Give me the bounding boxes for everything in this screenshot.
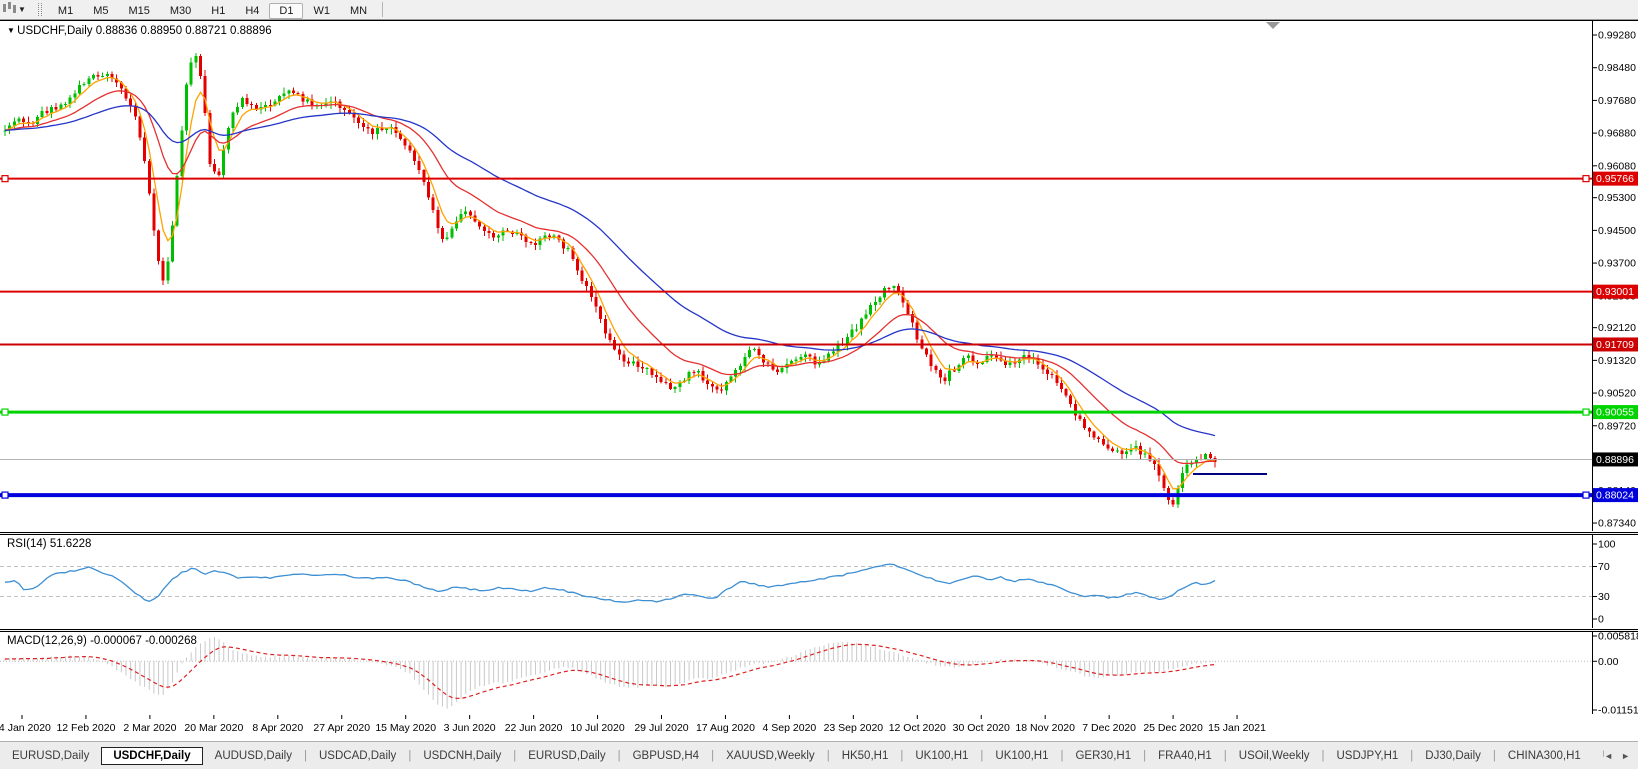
price-badge-0.95766: 0.95766 [1593, 172, 1638, 186]
shift-marker-icon [1266, 22, 1280, 29]
price-badge-0.90055: 0.90055 [1593, 405, 1638, 419]
svg-text:0.99280: 0.99280 [1598, 30, 1636, 42]
tab-overflow-clipped[interactable]: U [1593, 747, 1604, 765]
tab-xauusd-weekly[interactable]: XAUUSD,Weekly [714, 747, 827, 765]
svg-text:0.88024: 0.88024 [1596, 490, 1634, 502]
svg-text:0.00: 0.00 [1598, 656, 1619, 668]
tab-scroll-left-icon[interactable]: ◄ [1604, 751, 1613, 761]
svg-text:30: 30 [1598, 591, 1610, 603]
chart-symbol: USDCHF,Daily [17, 25, 92, 37]
svg-text:0.88896: 0.88896 [1596, 454, 1634, 466]
svg-text:0.95300: 0.95300 [1598, 192, 1636, 204]
tab-scroll-arrows: ◄ ► [1604, 751, 1638, 761]
svg-text:27 Apr 2020: 27 Apr 2020 [313, 722, 370, 734]
tab-hk50-h1[interactable]: HK50,H1 [830, 747, 901, 765]
svg-text:100: 100 [1598, 539, 1616, 551]
svg-text:18 Nov 2020: 18 Nov 2020 [1015, 722, 1075, 734]
tab-china300-h1[interactable]: CHINA300,H1 [1496, 747, 1593, 765]
price-badge-0.88024: 0.88024 [1593, 488, 1638, 502]
svg-text:23 Sep 2020: 23 Sep 2020 [824, 722, 884, 734]
svg-text:2 Mar 2020: 2 Mar 2020 [123, 722, 176, 734]
svg-text:0.93001: 0.93001 [1596, 286, 1634, 298]
svg-text:0: 0 [1598, 614, 1604, 626]
svg-text:8 Apr 2020: 8 Apr 2020 [252, 722, 303, 734]
tab-usdcad-daily[interactable]: USDCAD,Daily [307, 747, 408, 765]
tab-uk100-h1[interactable]: UK100,H1 [983, 747, 1060, 765]
tab-usoil-weekly[interactable]: USOil,Weekly [1227, 747, 1322, 765]
svg-text:10 Jul 2020: 10 Jul 2020 [570, 722, 624, 734]
tab-fra40-h1[interactable]: FRA40,H1 [1146, 747, 1224, 765]
svg-text:15 Jan 2021: 15 Jan 2021 [1208, 722, 1266, 734]
chart-tabs: EURUSD,DailyUSDCHF,DailyAUDUSD,Daily|USD… [0, 747, 1593, 765]
svg-text:7 Dec 2020: 7 Dec 2020 [1082, 722, 1136, 734]
chart-ohlc: 0.88836 0.88950 0.88721 0.88896 [96, 25, 272, 37]
date-axis: 24 Jan 2020 12 Feb 2020 2 Mar 2020 20 Mar 2… [0, 715, 1266, 734]
svg-text:0.95766: 0.95766 [1596, 173, 1634, 185]
price-badge-0.88896: 0.88896 [1593, 452, 1638, 466]
tab-usdchf-daily[interactable]: USDCHF,Daily [101, 747, 202, 765]
svg-text:30 Oct 2020: 30 Oct 2020 [953, 722, 1010, 734]
svg-text:0.90520: 0.90520 [1598, 388, 1636, 400]
price-badge-0.93001: 0.93001 [1593, 285, 1638, 299]
svg-text:0.005818: 0.005818 [1598, 631, 1638, 643]
svg-text:70: 70 [1598, 561, 1610, 573]
svg-text:0.91320: 0.91320 [1598, 355, 1636, 367]
macd-indicator-label: MACD(12,26,9) -0.000067 -0.000268 [7, 635, 197, 647]
svg-text:-0.011514: -0.011514 [1598, 705, 1638, 717]
svg-text:0.89720: 0.89720 [1598, 420, 1636, 432]
svg-text:0.94500: 0.94500 [1598, 225, 1636, 237]
chart-tab-bar: EURUSD,DailyUSDCHF,DailyAUDUSD,Daily|USD… [0, 741, 1638, 769]
svg-text:12 Oct 2020: 12 Oct 2020 [889, 722, 946, 734]
tab-gbpusd-h4[interactable]: GBPUSD,H4 [621, 747, 711, 765]
svg-text:17 Aug 2020: 17 Aug 2020 [696, 722, 755, 734]
chart-title-caret-icon: ▼ [7, 26, 17, 35]
macd-layer: 0.005818 0.00 -0.011514 [0, 631, 1638, 717]
ma-line-medium [5, 91, 1215, 464]
tab-uk100-h1[interactable]: UK100,H1 [903, 747, 980, 765]
horizontal-line-0.95766 [0, 176, 1592, 182]
svg-text:20 Mar 2020: 20 Mar 2020 [184, 722, 243, 734]
tab-usdjpy-h1[interactable]: USDJPY,H1 [1325, 747, 1411, 765]
svg-text:3 Jun 2020: 3 Jun 2020 [444, 722, 496, 734]
tab-dj30-daily[interactable]: DJ30,Daily [1413, 747, 1493, 765]
svg-text:0.98480: 0.98480 [1598, 62, 1636, 74]
svg-text:25 Dec 2020: 25 Dec 2020 [1143, 722, 1203, 734]
tab-usdcnh-daily[interactable]: USDCNH,Daily [411, 747, 513, 765]
chart-title: ▼ USDCHF,Daily 0.88836 0.88950 0.88721 0… [7, 25, 272, 37]
svg-text:0.91709: 0.91709 [1596, 339, 1634, 351]
svg-text:0.97680: 0.97680 [1598, 95, 1636, 107]
horizontal-line-0.88024 [0, 492, 1592, 498]
svg-text:22 Jun 2020: 22 Jun 2020 [505, 722, 563, 734]
price-badge-0.91709: 0.91709 [1593, 337, 1638, 351]
rsi-indicator-label: RSI(14) 51.6228 [7, 538, 91, 550]
svg-text:15 May 2020: 15 May 2020 [375, 722, 436, 734]
tab-scroll-right-icon[interactable]: ► [1621, 751, 1630, 761]
svg-text:4 Sep 2020: 4 Sep 2020 [763, 722, 817, 734]
svg-text:24 Jan 2020: 24 Jan 2020 [0, 722, 51, 734]
tab-eurusd-daily[interactable]: EURUSD,Daily [0, 747, 101, 765]
svg-text:0.90055: 0.90055 [1596, 407, 1634, 419]
svg-text:0.93700: 0.93700 [1598, 258, 1636, 270]
svg-text:29 Jul 2020: 29 Jul 2020 [634, 722, 688, 734]
tab-ger30-h1[interactable]: GER30,H1 [1063, 747, 1143, 765]
rsi-layer: 100 70 30 0 [0, 534, 1616, 628]
tab-audusd-daily[interactable]: AUDUSD,Daily [203, 747, 304, 765]
svg-text:0.92120: 0.92120 [1598, 322, 1636, 334]
chart-canvas[interactable]: 0.99280 0.98480 0.97680 0.96880 0.96080 0.953… [0, 0, 1638, 768]
tab-eurusd-daily[interactable]: EURUSD,Daily [516, 747, 617, 765]
svg-text:12 Feb 2020: 12 Feb 2020 [56, 722, 115, 734]
svg-text:0.96080: 0.96080 [1598, 160, 1636, 172]
horizontal-line-0.90055 [0, 409, 1592, 415]
svg-text:0.96880: 0.96880 [1598, 128, 1636, 140]
svg-text:0.87340: 0.87340 [1598, 518, 1636, 530]
